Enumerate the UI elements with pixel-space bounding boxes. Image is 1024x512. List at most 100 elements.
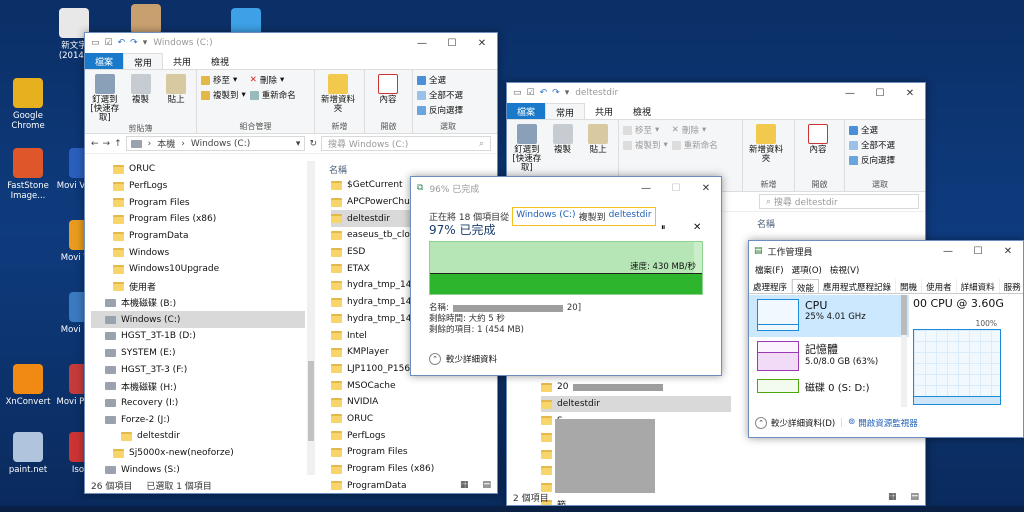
nav-item[interactable]: Sj5000x-new(neoforze) xyxy=(91,445,305,462)
copy-button[interactable]: 複製 xyxy=(125,72,157,123)
select-all-button[interactable]: 全選 xyxy=(849,124,895,136)
up-icon[interactable]: ↑ xyxy=(114,139,122,149)
rename-button[interactable]: 重新命名 xyxy=(671,139,718,151)
breadcrumb-drive[interactable]: Windows (C:) xyxy=(191,139,250,149)
nav-item[interactable]: 使用者 xyxy=(91,278,305,295)
minimize-button[interactable]: — xyxy=(631,183,661,194)
nav-item[interactable]: HGST_3T-3 (F:) xyxy=(91,361,305,378)
search-input[interactable]: 搜尋 Windows (C:) ⌕ xyxy=(321,136,491,151)
tab-file[interactable]: 檔案 xyxy=(507,103,546,119)
close-button[interactable]: ✕ xyxy=(993,246,1023,257)
tab-share[interactable]: 共用 xyxy=(585,103,623,119)
select-none-button[interactable]: 全部不選 xyxy=(849,139,895,151)
new-folder-button[interactable]: 新增資料夾 xyxy=(319,72,357,121)
file-row[interactable]: ORUC xyxy=(331,411,497,428)
redo-icon[interactable]: ↷ xyxy=(130,38,138,48)
tm-tab[interactable]: 應用程式歷程記錄 xyxy=(819,279,897,293)
tab-file[interactable]: 檔案 xyxy=(85,53,124,69)
maximize-button[interactable]: ☐ xyxy=(865,88,895,99)
resource-monitor-link[interactable]: ⊚ 開啟資源監視器 xyxy=(848,417,918,429)
details-view-icon[interactable]: ▦ xyxy=(888,492,897,502)
close-button[interactable]: ✕ xyxy=(895,88,925,99)
tm-tab[interactable]: 使用者 xyxy=(922,279,957,293)
copy-to-button[interactable]: 複製到 ▾ xyxy=(623,139,668,151)
nav-item[interactable]: deltestdir xyxy=(91,428,305,445)
nav-item[interactable]: Program Files (x86) xyxy=(91,211,305,228)
nav-item[interactable]: 本機磁碟 (H:) xyxy=(91,378,305,395)
file-row[interactable]: 20 xyxy=(541,379,731,396)
column-header-name[interactable]: 名稱 xyxy=(757,217,775,230)
fewer-details-toggle[interactable]: ⌃ 較少詳細資料(D) xyxy=(755,417,835,429)
quick-access-icon[interactable]: ▭ xyxy=(91,38,100,48)
copy-to-button[interactable]: 複製到 ▾ xyxy=(201,89,246,101)
tm-tab[interactable]: 處理程序 xyxy=(749,279,793,293)
move-to-button[interactable]: 移至 ▾ xyxy=(623,124,668,136)
tab-view[interactable]: 檢視 xyxy=(201,53,239,69)
desktop-icon[interactable]: paint.net xyxy=(0,432,56,475)
dialog-title-bar[interactable]: ⧉ 96% 已完成 — ☐ ✕ xyxy=(411,177,721,199)
tm-scrollbar[interactable] xyxy=(901,295,907,407)
maximize-button[interactable]: ☐ xyxy=(963,246,993,257)
properties-button[interactable]: 內容 xyxy=(369,72,407,121)
column-header-name[interactable]: 名稱 xyxy=(317,161,497,177)
nav-item[interactable]: Forze-2 (J:) xyxy=(91,411,305,428)
nav-item[interactable]: SYSTEM (E:) xyxy=(91,345,305,362)
paste-button[interactable]: 貼上 xyxy=(582,122,614,179)
copy-button[interactable]: 複製 xyxy=(547,122,579,179)
redo-icon[interactable]: ↷ xyxy=(552,88,560,98)
title-bar[interactable]: ▭ ☑ ↶ ↷ ▾ deltestdir — ☐ ✕ xyxy=(507,83,925,103)
tiles-view-icon[interactable]: ▤ xyxy=(482,480,491,490)
details-view-icon[interactable]: ▦ xyxy=(460,480,469,490)
file-row[interactable]: PerfLogs xyxy=(331,427,497,444)
menu-options[interactable]: 選項(O) xyxy=(792,264,822,276)
tiles-view-icon[interactable]: ▤ xyxy=(910,492,919,502)
cancel-button[interactable]: ✕ xyxy=(693,222,701,233)
menu-view[interactable]: 檢視(V) xyxy=(830,264,859,276)
minimize-button[interactable]: — xyxy=(407,38,437,49)
tab-view[interactable]: 檢視 xyxy=(623,103,661,119)
desktop-icon[interactable]: XnConvert xyxy=(0,364,56,407)
move-to-button[interactable]: 移至 ▾ xyxy=(201,74,246,86)
tm-tab[interactable]: 效能 xyxy=(792,279,820,294)
less-details-toggle[interactable]: ⌃ 較少詳細資料 xyxy=(429,353,497,365)
tab-home[interactable]: 常用 xyxy=(123,53,164,69)
qa-dropdown-icon[interactable]: ▾ xyxy=(143,38,148,48)
nav-item[interactable]: Windows10Upgrade xyxy=(91,261,305,278)
quick-access-icon[interactable]: ▭ xyxy=(513,88,522,98)
undo-icon[interactable]: ↶ xyxy=(540,88,548,98)
select-all-button[interactable]: 全選 xyxy=(417,74,463,86)
properties-qa-icon[interactable]: ☑ xyxy=(105,38,113,48)
nav-item[interactable]: ORUC xyxy=(91,161,305,178)
minimize-button[interactable]: — xyxy=(835,88,865,99)
address-bar[interactable]: › 本機 › Windows (C:) ▾ xyxy=(125,136,306,151)
nav-item[interactable]: ProgramData xyxy=(91,228,305,245)
maximize-button[interactable]: ☐ xyxy=(437,38,467,49)
nav-item[interactable]: PerfLogs xyxy=(91,178,305,195)
dest-link[interactable]: deltestdir xyxy=(609,210,652,223)
close-button[interactable]: ✕ xyxy=(691,183,721,194)
nav-item[interactable]: HGST_3T-1B (D:) xyxy=(91,328,305,345)
pin-quick-access-button[interactable]: 釘選到 [快速存取] xyxy=(511,122,543,179)
nav-scrollbar[interactable] xyxy=(307,161,315,475)
nav-item[interactable]: Windows (S:) xyxy=(91,461,305,478)
file-row[interactable]: Program Files xyxy=(331,444,497,461)
title-bar[interactable]: ▭ ☑ ↶ ↷ ▾ Windows (C:) — ☐ ✕ xyxy=(85,33,497,53)
tm-tab[interactable]: 開機 xyxy=(896,279,923,293)
nav-item[interactable]: Windows (C:) xyxy=(91,311,305,328)
nav-item[interactable]: Windows xyxy=(91,244,305,261)
invert-selection-button[interactable]: 反向選擇 xyxy=(417,104,463,116)
delete-button[interactable]: ✕ 刪除 ▾ xyxy=(250,74,296,86)
file-row[interactable]: NVIDIA xyxy=(331,394,497,411)
search-input[interactable]: ⌕ 搜尋 deltestdir xyxy=(759,194,919,209)
tm-tab[interactable]: 服務 xyxy=(1000,279,1023,293)
tm-tab[interactable]: 詳細資料 xyxy=(957,279,1000,293)
undo-icon[interactable]: ↶ xyxy=(118,38,126,48)
source-link[interactable]: Windows (C:) xyxy=(516,210,575,223)
desktop-icon[interactable]: FastStone Image... xyxy=(0,148,56,201)
nav-item[interactable]: Recovery (I:) xyxy=(91,395,305,412)
back-icon[interactable]: ← xyxy=(91,139,99,149)
tab-home[interactable]: 常用 xyxy=(545,103,586,119)
nav-item[interactable]: 本機磁碟 (B:) xyxy=(91,295,305,312)
nav-item[interactable]: Program Files xyxy=(91,194,305,211)
cpu-perf-item[interactable]: CPU 25% 4.01 GHz xyxy=(749,295,909,337)
